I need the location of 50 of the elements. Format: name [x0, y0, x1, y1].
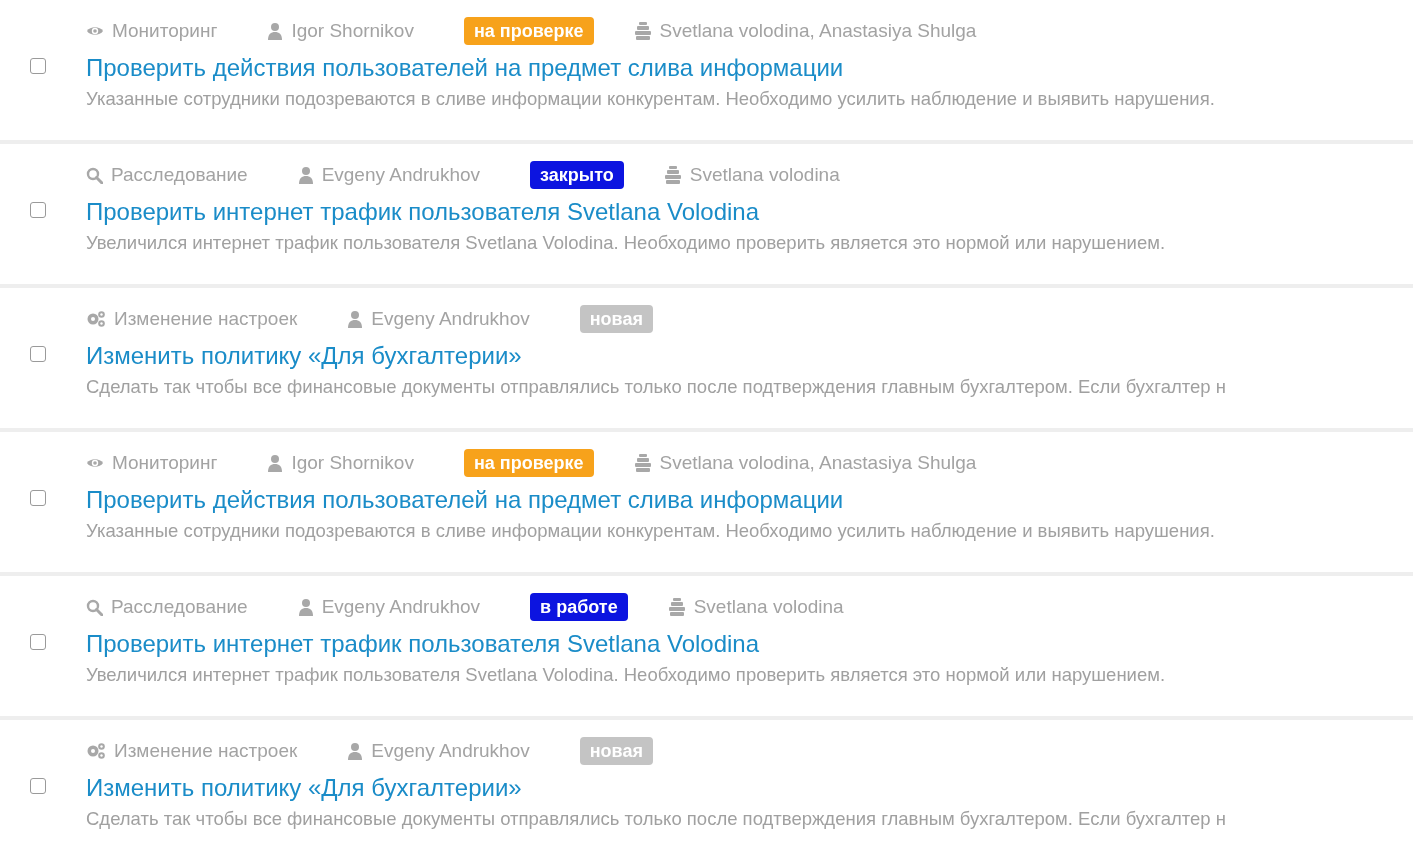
observers-names: Svetlana volodina: [693, 594, 844, 619]
task-description: Сделать так чтобы все финансовые документы отправлялись только после подтверждения главным бухгалтером. Если бухгалтер н: [86, 807, 1227, 831]
gears-icon: [86, 310, 106, 328]
task-checkbox[interactable]: [30, 346, 46, 362]
task-title-link[interactable]: Проверить интернет трафик пользователя Svetlana Volodina: [86, 629, 760, 659]
status-badge: новая: [579, 305, 653, 333]
author-name: Evgeny Andrukhov: [321, 594, 481, 619]
status-badge: на проверке: [463, 17, 594, 45]
task-checkbox[interactable]: [30, 202, 46, 218]
category-label: Расследование: [111, 162, 248, 187]
status-badge: в работе: [530, 593, 628, 621]
author-name: Igor Shornikov: [291, 18, 414, 43]
user-icon: [267, 454, 284, 472]
category-label: Мониторинг: [112, 18, 218, 43]
task-checkbox[interactable]: [30, 490, 46, 506]
user-icon: [267, 22, 284, 40]
status-badge: на проверке: [463, 449, 594, 477]
user-icon: [347, 742, 364, 760]
search-icon: [86, 166, 103, 184]
task-checkbox[interactable]: [30, 58, 46, 74]
status-badge: новая: [579, 737, 653, 765]
author-name: Evgeny Andrukhov: [321, 162, 481, 187]
user-icon: [297, 598, 314, 616]
task-title-link[interactable]: Проверить интернет трафик пользователя Svetlana Volodina: [86, 197, 760, 227]
task-title-link[interactable]: Проверить действия пользователей на предмет слива информации: [86, 485, 844, 515]
author-name: Igor Shornikov: [291, 450, 414, 475]
category-label: Расследование: [111, 594, 248, 619]
observers-names: Svetlana volodina: [689, 162, 840, 187]
status-badge: закрыто: [530, 161, 624, 189]
author-name: Evgeny Andrukhov: [371, 306, 530, 331]
search-icon: [86, 598, 103, 616]
category-label: Мониторинг: [112, 450, 218, 475]
observers-names: Svetlana volodina, Anastasiya Shulga: [659, 450, 977, 475]
task-title-link[interactable]: Изменить политику «Для бухгалтерии»: [86, 341, 522, 371]
user-icon: [347, 310, 364, 328]
task-description: Указанные сотрудники подозреваются в сливе информации конкурентам. Необходимо усилить наблюдение и выявить нарушения.: [86, 87, 1216, 111]
task-description: Увеличился интернет трафик пользователя Svetlana Volodina. Необходимо проверить является это нормой или нарушением.: [86, 231, 1167, 255]
gears-icon: [86, 742, 106, 760]
category-label: Изменение настроек: [114, 306, 298, 331]
user-icon: [297, 166, 314, 184]
category-label: Изменение настроек: [114, 738, 298, 763]
task-description: Указанные сотрудники подозреваются в сливе информации конкурентам. Необходимо усилить наблюдение и выявить нарушения.: [86, 519, 1216, 543]
task-title-link[interactable]: Проверить действия пользователей на предмет слива информации: [86, 53, 844, 83]
author-name: Evgeny Andrukhov: [371, 738, 530, 763]
observers-names: Svetlana volodina, Anastasiya Shulga: [659, 18, 977, 43]
task-title-link[interactable]: Изменить политику «Для бухгалтерии»: [86, 773, 522, 803]
task-description: Увеличился интернет трафик пользователя Svetlana Volodina. Необходимо проверить является это нормой или нарушением.: [86, 663, 1167, 687]
task-checkbox[interactable]: [30, 778, 46, 794]
task-checkbox[interactable]: [30, 634, 46, 650]
task-description: Сделать так чтобы все финансовые документы отправлялись только после подтверждения главным бухгалтером. Если бухгалтер н: [86, 375, 1227, 399]
